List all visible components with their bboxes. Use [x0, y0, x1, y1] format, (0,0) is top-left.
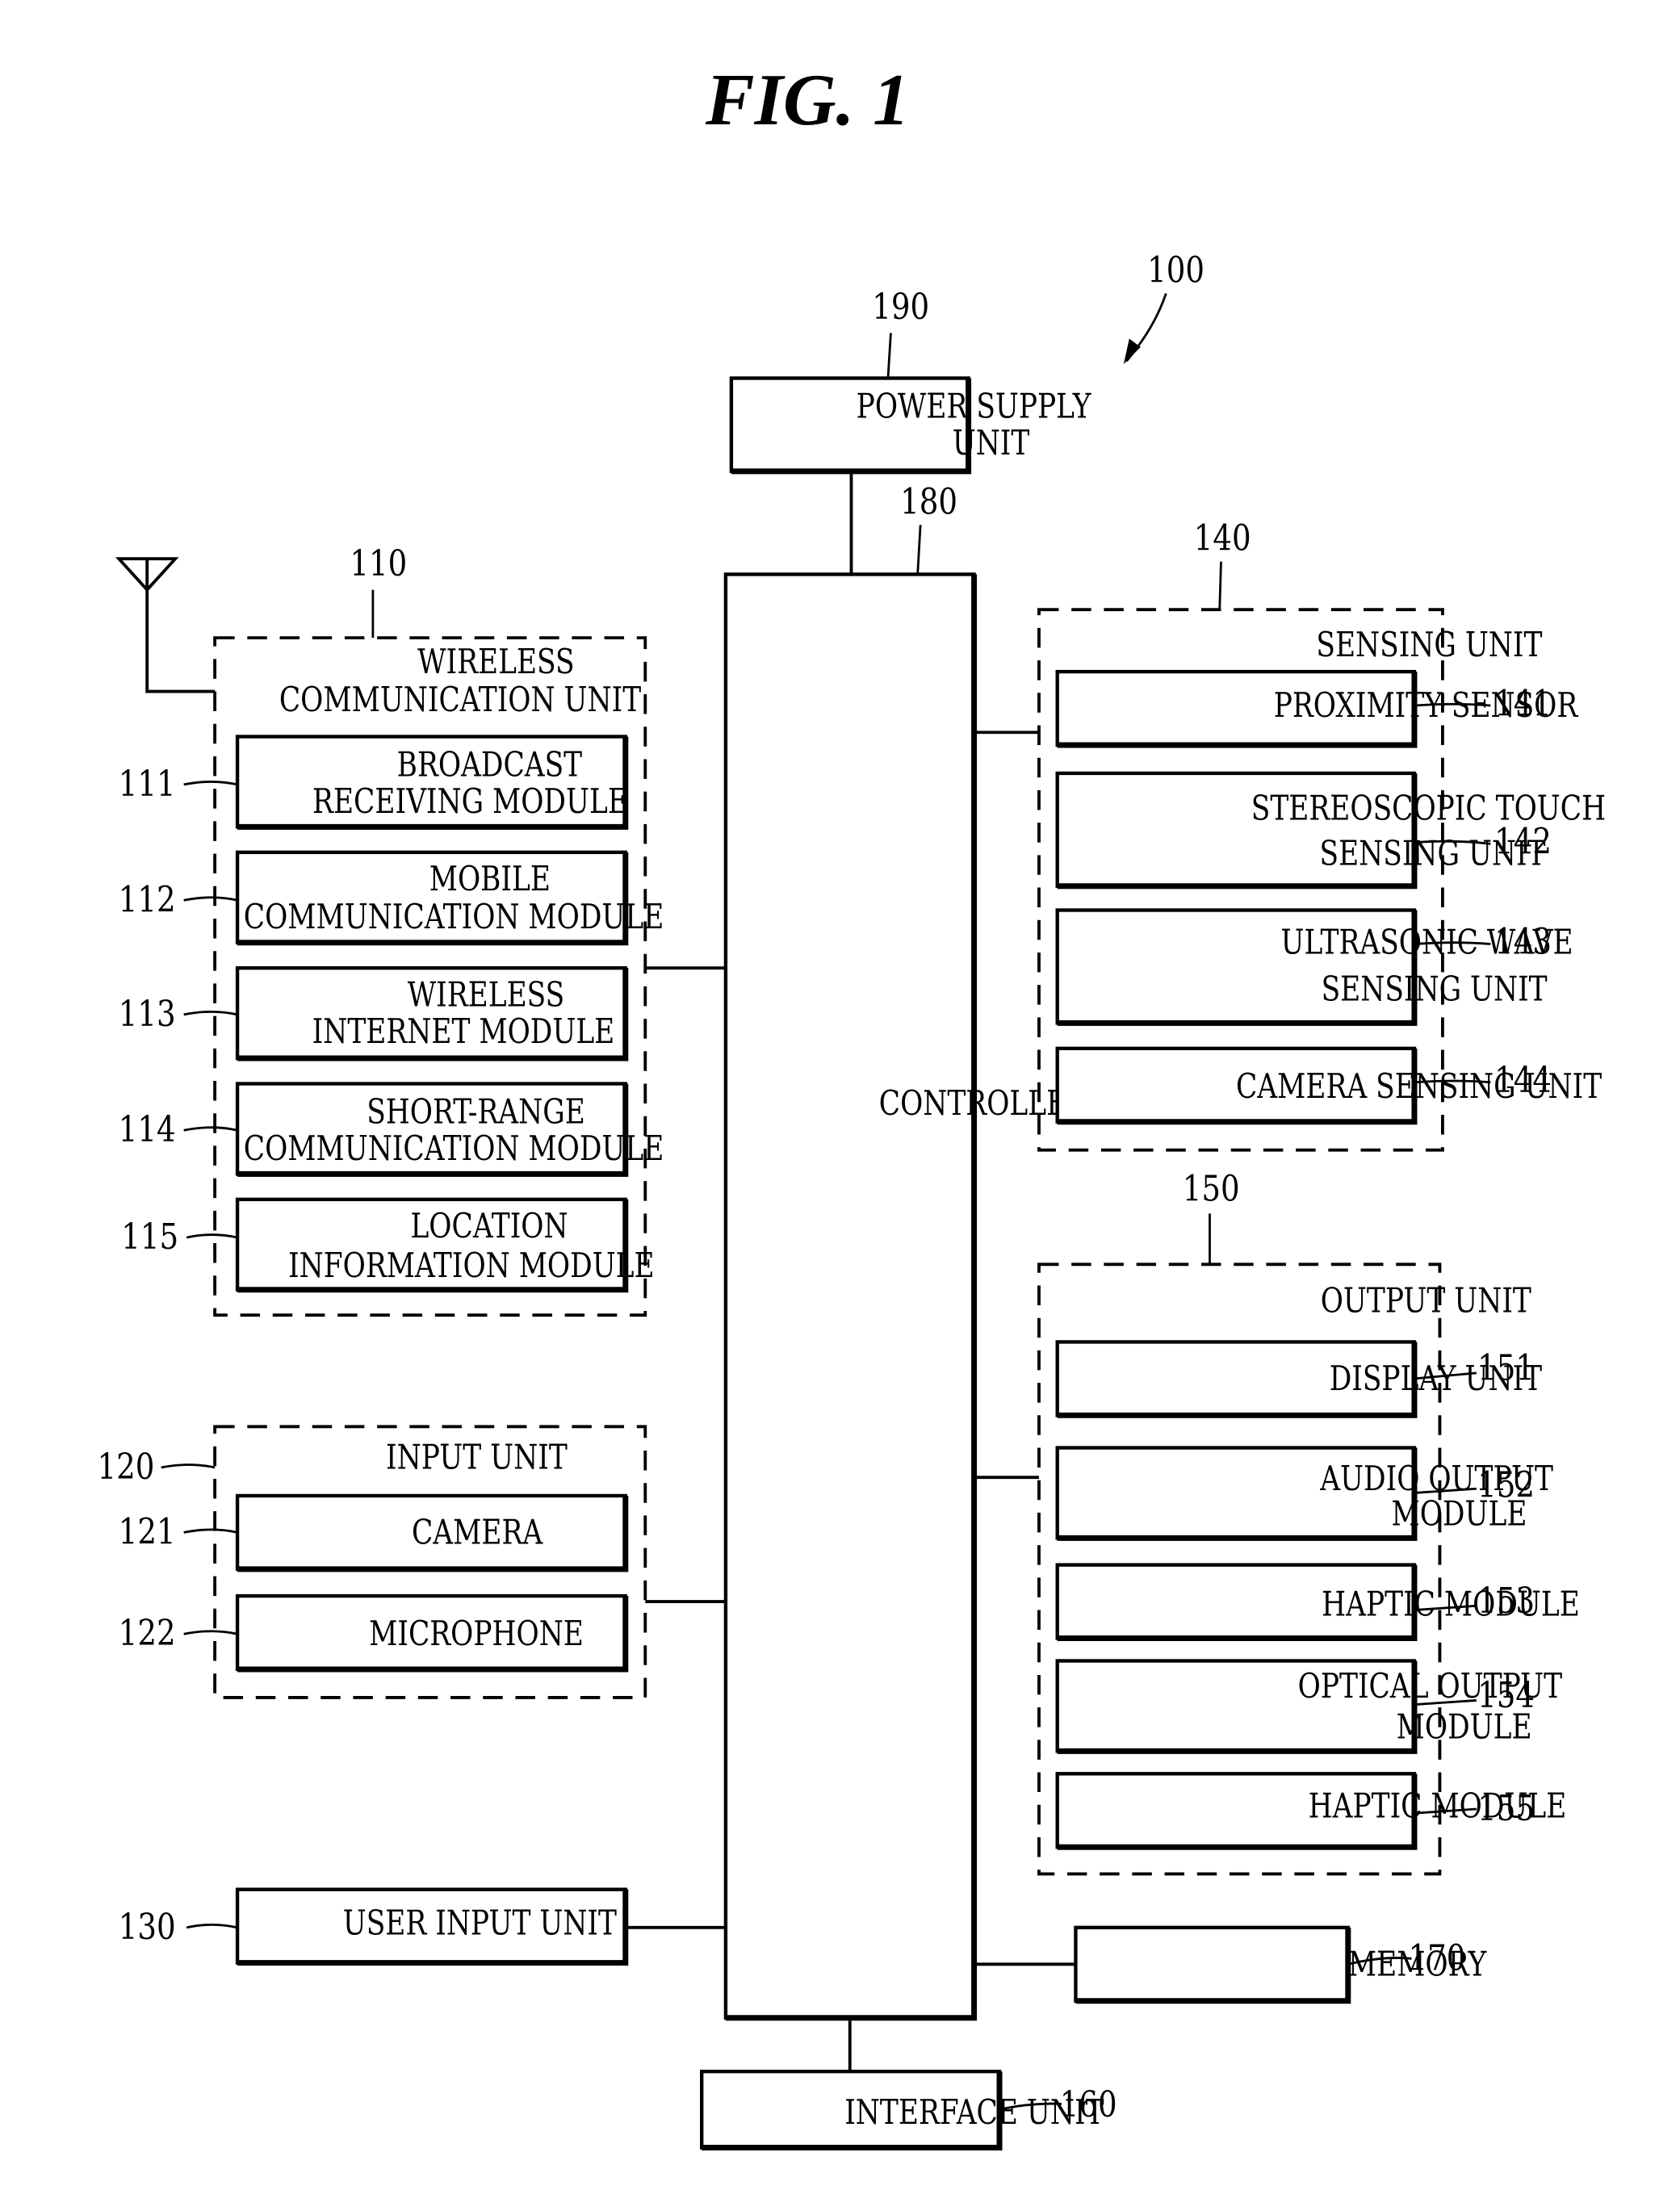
wireless-unit-label-line1: WIRELESS: [417, 643, 574, 682]
camera-label: CAMERA: [412, 1513, 543, 1552]
short-range-label-line1: SHORT-RANGE: [367, 1092, 585, 1132]
ref-display: 151: [1477, 1347, 1535, 1389]
short-range-label-line2: COMMUNICATION MODULE: [244, 1129, 664, 1169]
microphone-label: MICROPHONE: [369, 1614, 584, 1654]
internet-label-line1: WIRELESS: [408, 975, 564, 1015]
device-arrow-head: [1123, 338, 1141, 365]
camera-leader: [183, 1528, 238, 1534]
wireless-unit-label-line2: COMMUNICATION UNIT: [279, 680, 642, 720]
figure-title: FIG. 1: [705, 59, 909, 140]
ref-input-unit: 120: [98, 1446, 155, 1488]
ref-controller: 180: [900, 480, 957, 522]
location-information-module[interactable]: LOCATION INFORMATION MODULE: [235, 1197, 655, 1293]
mobile-leader: [183, 896, 238, 902]
ref-optical: 154: [1477, 1674, 1535, 1716]
ref-output-unit: 150: [1183, 1168, 1240, 1210]
controller[interactable]: CONTROLLER: [723, 572, 1088, 2021]
ref-mobile: 112: [119, 878, 176, 920]
power-supply-leader: [886, 333, 892, 379]
user-input-unit[interactable]: USER INPUT UNIT: [235, 1887, 629, 1966]
ref-interface: 160: [1060, 2083, 1117, 2125]
location-leader: [186, 1233, 238, 1239]
ref-proximity: 141: [1494, 682, 1552, 724]
ref-user-input: 130: [119, 1906, 176, 1948]
ref-haptic-153: 153: [1477, 1580, 1535, 1622]
user-input-leader: [186, 1923, 238, 1929]
controller-leader: [916, 525, 922, 575]
ref-device: 100: [1147, 249, 1204, 291]
ref-microphone: 122: [119, 1612, 176, 1654]
power-supply-label-line2: UNIT: [953, 424, 1030, 463]
short-range-leader: [183, 1126, 238, 1132]
ref-short-range: 114: [119, 1108, 176, 1150]
ref-wireless-unit: 110: [350, 542, 407, 584]
input-unit-leader: [161, 1463, 216, 1469]
output-unit-label: OUTPUT UNIT: [1321, 1281, 1532, 1321]
ref-location: 115: [121, 1216, 178, 1258]
ref-ultrasonic: 143: [1494, 921, 1552, 963]
location-label-line2: INFORMATION MODULE: [288, 1246, 655, 1286]
ref-stereoscopic: 142: [1494, 821, 1552, 863]
user-input-label: USER INPUT UNIT: [343, 1903, 618, 1943]
broadcast-label-line2: RECEIVING MODULE: [312, 782, 628, 822]
power-supply-label-line1: POWER SUPPLY: [857, 387, 1091, 426]
camera-module[interactable]: CAMERA: [235, 1493, 629, 1572]
short-range-communication-module[interactable]: SHORT-RANGE COMMUNICATION MODULE: [235, 1082, 664, 1177]
ref-camera: 121: [119, 1510, 176, 1552]
mobile-label-line1: MOBILE: [429, 860, 551, 899]
internet-leader: [183, 1011, 238, 1016]
broadcast-leader: [183, 781, 238, 786]
ref-sensing-unit: 140: [1194, 517, 1251, 559]
stereoscopic-label-line1: STEREOSCOPIC TOUCH: [1251, 789, 1606, 828]
mobile-label-line2: COMMUNICATION MODULE: [244, 898, 664, 937]
ref-memory: 170: [1408, 1937, 1465, 1979]
sensing-unit-label: SENSING UNIT: [1316, 626, 1542, 665]
ref-camera-sensing: 144: [1494, 1059, 1552, 1101]
ref-internet: 113: [119, 993, 176, 1035]
microphone-leader: [183, 1630, 238, 1635]
wireless-internet-module[interactable]: WIRELESS INTERNET MODULE: [235, 965, 629, 1062]
haptic-153-label: HAPTIC MODULE: [1322, 1585, 1580, 1624]
ref-power-supply: 190: [872, 286, 929, 328]
internet-label-line2: INTERNET MODULE: [312, 1012, 615, 1052]
microphone-module[interactable]: MICROPHONE: [235, 1593, 629, 1673]
input-unit-label: INPUT UNIT: [386, 1438, 568, 1477]
mobile-communication-module[interactable]: MOBILE COMMUNICATION MODULE: [235, 850, 664, 946]
interface-unit[interactable]: INTERFACE UNIT: [700, 2069, 1104, 2151]
power-supply-unit[interactable]: POWER SUPPLY UNIT: [729, 376, 1091, 475]
antenna-icon: [115, 557, 216, 693]
ultrasonic-label-line2: SENSING UNIT: [1322, 969, 1548, 1009]
ref-audio: 152: [1477, 1464, 1535, 1506]
block-diagram: FIG. 1 100 190 POWER SUPPLY UNIT 180 CON…: [98, 59, 1606, 2151]
sensing-unit-leader: [1218, 561, 1222, 610]
broadcast-label-line1: BROADCAST: [397, 745, 583, 785]
broadcast-receiving-module[interactable]: BROADCAST RECEIVING MODULE: [235, 735, 629, 830]
location-label-line1: LOCATION: [410, 1207, 568, 1246]
display-unit[interactable]: DISPLAY UNIT: [1055, 1340, 1543, 1418]
ref-broadcast: 111: [119, 763, 176, 805]
ref-haptic-155: 155: [1477, 1787, 1535, 1829]
